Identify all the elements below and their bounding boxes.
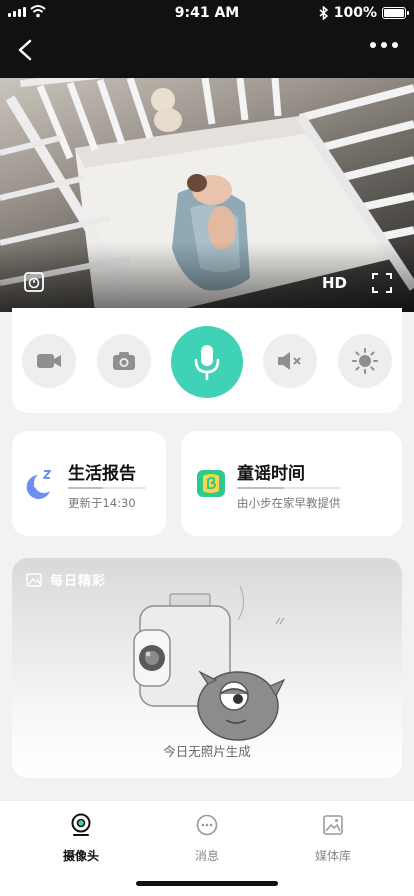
battery-icon (382, 7, 409, 19)
tab-camera-label: 摄像头 (62, 849, 99, 863)
tab-camera[interactable]: 摄像头 (41, 813, 121, 864)
top-bar: 9:41 AM 100% (0, 0, 414, 78)
nursery-rhymes-subtitle: 由小步在家早教提供 (237, 496, 341, 510)
camera-icon (113, 352, 135, 370)
tab-messages[interactable]: 消息 (167, 813, 247, 864)
tab-media-library[interactable]: 媒体库 (293, 813, 373, 864)
image-icon (323, 815, 343, 835)
talk-button[interactable] (171, 326, 243, 398)
battery-percent: 100% (333, 5, 377, 21)
status-bar: 9:41 AM 100% (0, 0, 414, 26)
chat-bubble-icon (196, 814, 218, 836)
video-camera-icon (37, 354, 61, 368)
camera-monster-illustration (133, 585, 286, 741)
video-record-button[interactable] (22, 334, 76, 388)
video-overlay-gradient (0, 242, 414, 312)
tab-messages-label: 消息 (194, 849, 219, 863)
daily-highlights-panel[interactable]: 每日精彩 今日无照片生成 (12, 558, 402, 778)
camera-controls-panel (12, 308, 402, 413)
mute-button[interactable] (263, 334, 317, 388)
home-indicator (136, 881, 278, 886)
sun-icon (352, 348, 378, 374)
webcam-icon (71, 813, 91, 836)
tab-media-library-label: 媒体库 (314, 849, 351, 863)
chevron-left-icon[interactable] (14, 38, 38, 62)
photo-icon (26, 572, 42, 587)
speaker-mute-icon (278, 352, 301, 370)
camera-live-view[interactable]: HD (0, 78, 414, 312)
nursery-rhymes-icon (197, 470, 225, 497)
video-quality-toggle[interactable]: HD (322, 274, 347, 292)
fullscreen-icon[interactable] (372, 273, 392, 293)
life-report-title: 生活报告 (68, 464, 136, 484)
daily-highlights-title: 每日精彩 (50, 574, 107, 589)
microphone-icon (194, 345, 220, 380)
nursery-rhymes-card[interactable]: 童谣时间 由小步在家早教提供 (181, 431, 402, 536)
life-report-divider (68, 487, 146, 489)
nursery-rhymes-title: 童谣时间 (237, 464, 305, 484)
life-report-subtitle: 更新于14:30 (68, 496, 136, 510)
more-dots-icon[interactable] (370, 42, 398, 48)
bluetooth-icon (319, 6, 328, 20)
life-report-card[interactable]: 生活报告 更新于14:30 (12, 431, 166, 536)
brightness-button[interactable] (338, 334, 392, 388)
snapshot-button[interactable] (97, 334, 151, 388)
daily-highlights-header: 每日精彩 (26, 570, 106, 589)
moon-sleep-icon (26, 470, 51, 499)
daily-empty-text: 今日无照片生成 (163, 744, 251, 759)
timer-icon[interactable] (23, 271, 45, 293)
nursery-rhymes-divider (237, 487, 341, 489)
